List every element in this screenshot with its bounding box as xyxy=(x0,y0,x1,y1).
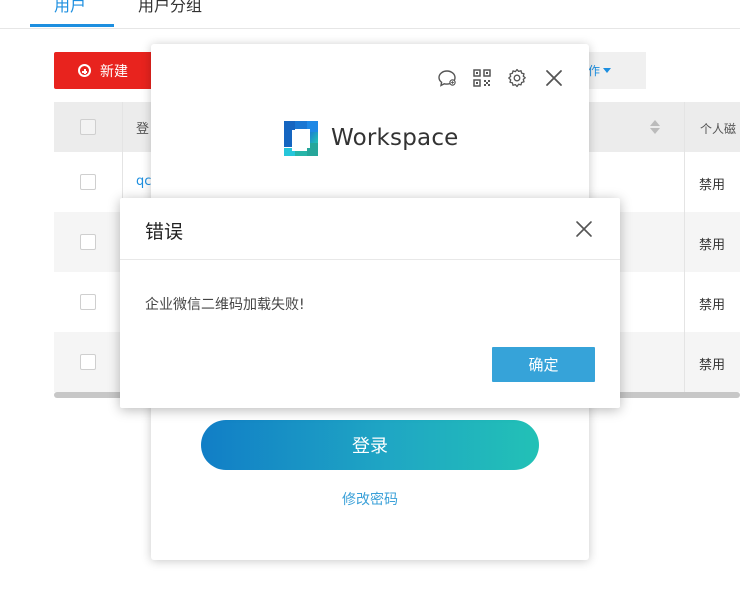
brand-name: Workspace xyxy=(331,125,459,151)
row-status: 禁用 xyxy=(699,298,726,313)
more-actions-label: 作 xyxy=(588,64,601,78)
workspace-logo-icon xyxy=(284,121,318,156)
tab-bar: 用户 用户分组 xyxy=(0,0,740,29)
row-checkbox[interactable] xyxy=(80,234,96,250)
row-status: 禁用 xyxy=(699,358,726,373)
workspace-logo: Workspace xyxy=(279,117,459,159)
active-tab-indicator xyxy=(30,24,114,27)
chat-icon[interactable] xyxy=(436,67,458,89)
row-status: 禁用 xyxy=(699,178,726,193)
confirm-button[interactable]: 确定 xyxy=(492,347,595,382)
row-user-link[interactable]: qc xyxy=(136,174,151,189)
error-dialog: 错误 企业微信二维码加载失败! 确定 xyxy=(120,198,620,408)
tab-users[interactable]: 用户 xyxy=(54,0,86,16)
row-status: 禁用 xyxy=(699,238,726,253)
gear-icon[interactable] xyxy=(506,67,528,89)
qr-code-icon[interactable] xyxy=(471,67,493,89)
row-checkbox[interactable] xyxy=(80,174,96,190)
row-checkbox[interactable] xyxy=(80,294,96,310)
change-password-link[interactable]: 修改密码 xyxy=(151,489,589,509)
tab-user-groups[interactable]: 用户分组 xyxy=(138,0,202,16)
column-header-login[interactable]: 登 xyxy=(136,118,149,137)
error-dialog-title: 错误 xyxy=(145,221,184,243)
new-button-label: 新建 xyxy=(100,63,128,80)
sort-icon[interactable] xyxy=(650,119,660,135)
error-dialog-header: 错误 xyxy=(120,198,620,260)
row-checkbox[interactable] xyxy=(80,354,96,370)
close-icon[interactable] xyxy=(543,67,565,89)
select-all-checkbox[interactable] xyxy=(80,119,96,135)
plus-circle-icon xyxy=(78,64,91,77)
column-header-personal: 个人磁 xyxy=(700,122,737,136)
login-button[interactable]: 登录 xyxy=(201,420,539,470)
error-message: 企业微信二维码加载失败! xyxy=(145,297,305,313)
caret-down-icon xyxy=(603,68,612,73)
close-icon[interactable] xyxy=(574,219,594,239)
new-button[interactable]: 新建 xyxy=(54,52,154,89)
